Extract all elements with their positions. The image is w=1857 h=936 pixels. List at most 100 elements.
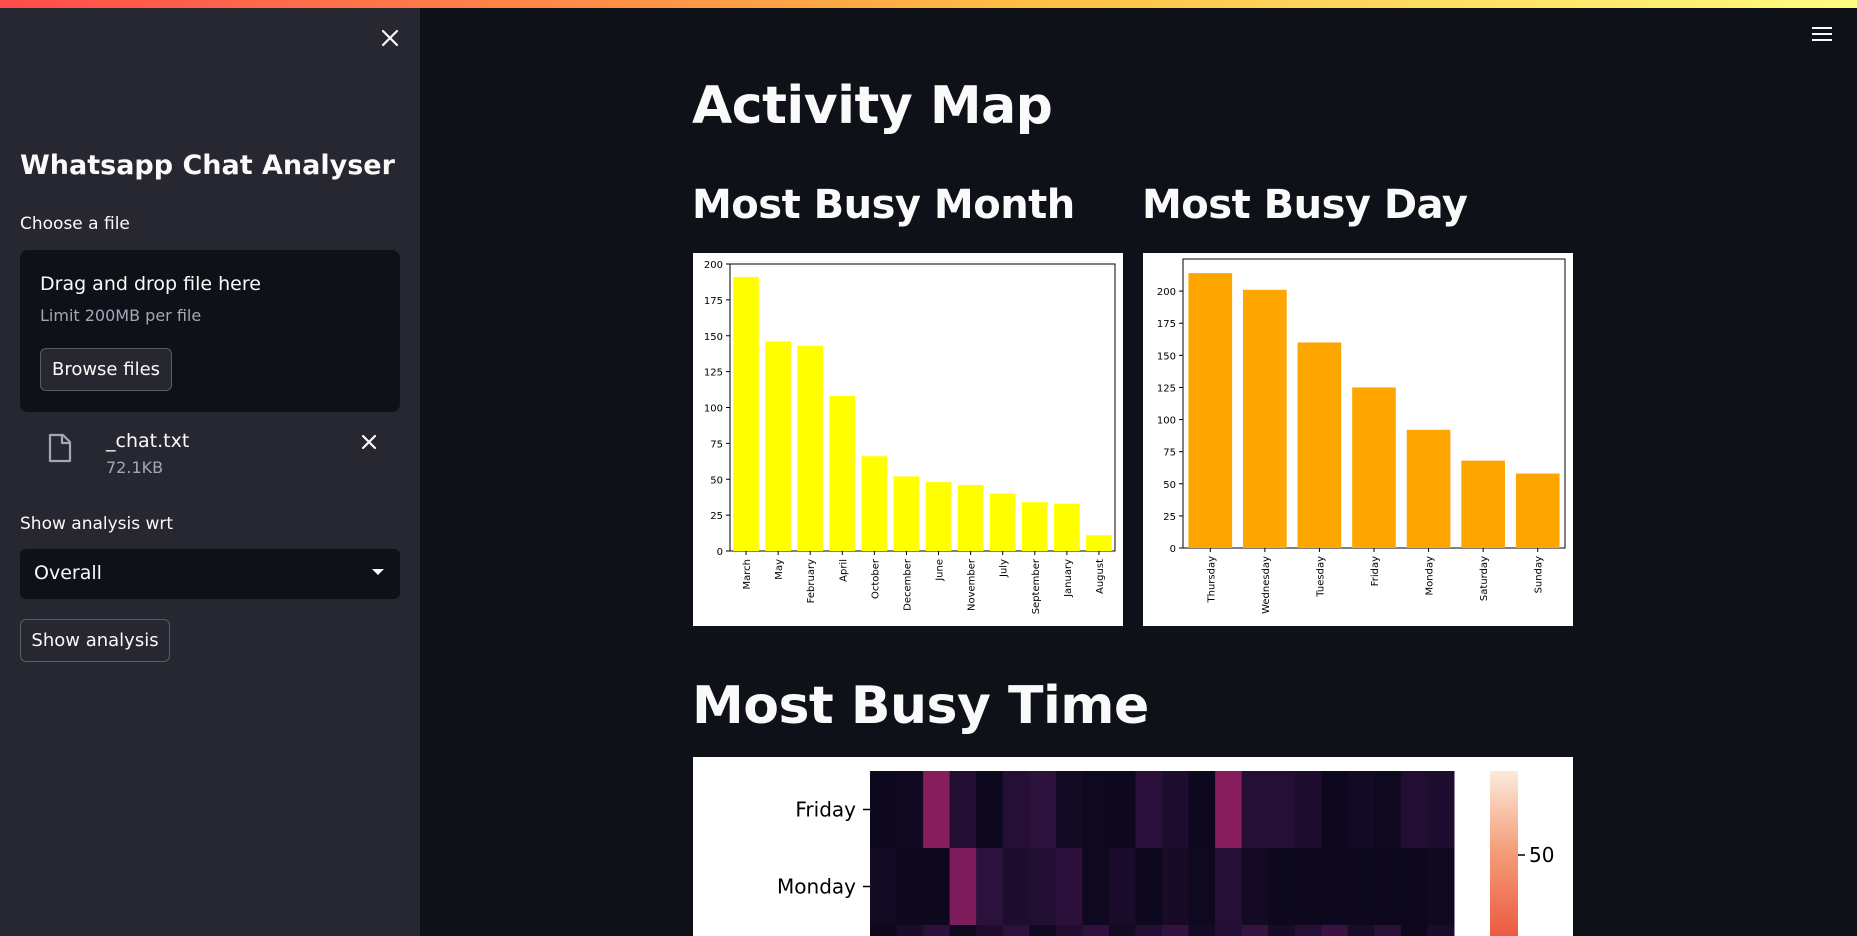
- app-title: Whatsapp Chat Analyser: [20, 150, 395, 181]
- heatmap-cell: [1162, 771, 1190, 849]
- heatmap-cell: [1268, 848, 1296, 926]
- heatmap-cell: [1400, 771, 1428, 849]
- heatmap-cell: [1108, 771, 1136, 849]
- y-tick-label: 175: [1157, 319, 1176, 330]
- x-tick-label: Saturday: [1479, 556, 1490, 601]
- heatmap-cell: [1294, 848, 1322, 926]
- day-heading: Most Busy Day: [1142, 182, 1468, 228]
- y-tick-label: 200: [704, 260, 723, 271]
- bar: [797, 345, 824, 551]
- heatmap-cell: [1347, 925, 1375, 936]
- sidebar: Whatsapp Chat Analyser Choose a file Dra…: [0, 0, 420, 936]
- heatmap-cell: [1029, 925, 1057, 936]
- x-tick-label: January: [1063, 559, 1074, 598]
- heatmap-cell: [923, 925, 951, 936]
- day-bar-chart: 0 25 50 75 100 125 150 175 200 Thursday Wednesday T…: [1157, 258, 1566, 614]
- heatmap-cell: [1241, 771, 1269, 849]
- show-analysis-button[interactable]: Show analysis: [20, 619, 170, 662]
- time-heatmap: Friday Monday 50: [693, 757, 1573, 936]
- y-tick-label: 50: [710, 475, 723, 486]
- file-size: 72.1KB: [106, 458, 164, 477]
- bar: [1352, 387, 1396, 548]
- x-tick-label: Sunday: [1534, 556, 1545, 593]
- analysis-select[interactable]: Overall: [20, 549, 400, 599]
- close-sidebar-icon[interactable]: [378, 26, 402, 50]
- uploaded-file: _chat.txt 72.1KB: [20, 425, 400, 485]
- heatmap-cell: [870, 771, 898, 849]
- heatmap-cell: [1029, 771, 1057, 849]
- heatmap-cell: [1082, 771, 1110, 849]
- heatmap-cell: [1162, 925, 1190, 936]
- heatmap-cell: [1188, 848, 1216, 926]
- heatmap-cell: [1268, 925, 1296, 936]
- row-label: Monday: [777, 875, 856, 899]
- browse-files-button[interactable]: Browse files: [40, 348, 172, 391]
- x-tick-label: February: [806, 559, 817, 603]
- file-uploader-label: Choose a file: [20, 214, 130, 234]
- bar: [765, 341, 791, 551]
- top-decoration-stripe: [0, 0, 1857, 8]
- heatmap-cell: [1268, 771, 1296, 849]
- heatmap-cell: [1188, 771, 1216, 849]
- x-tick-label: November: [967, 558, 978, 611]
- x-tick-label: Monday: [1425, 556, 1436, 596]
- heatmap-cell: [1400, 925, 1428, 936]
- x-tick-label: August: [1095, 559, 1106, 594]
- heatmap-cell: [1215, 848, 1243, 926]
- colorbar-tick-label: 50: [1529, 843, 1554, 867]
- x-tick-label: March: [742, 559, 753, 589]
- dropzone-title: Drag and drop file here: [40, 273, 261, 295]
- heatmap-cell: [1374, 848, 1402, 926]
- month-heading: Most Busy Month: [692, 182, 1075, 228]
- heatmap-cell: [1321, 848, 1349, 926]
- analysis-select-label: Show analysis wrt: [20, 514, 174, 534]
- day-chart: 0 25 50 75 100 125 150 175 200 Thursday Wednesday T…: [1143, 253, 1573, 626]
- heatmap-cell: [1055, 848, 1083, 926]
- bar: [1515, 473, 1560, 548]
- heatmap-cell: [1135, 848, 1163, 926]
- bar: [1243, 289, 1287, 548]
- bar: [861, 456, 888, 551]
- heatmap-cell: [923, 771, 951, 849]
- bar: [1406, 429, 1451, 548]
- heatmap-cell: [1294, 771, 1322, 849]
- x-tick-label: Tuesday: [1315, 556, 1326, 598]
- y-tick-label: 75: [1163, 448, 1176, 459]
- heatmap-cell: [1321, 771, 1349, 849]
- y-tick-label: 50: [1163, 480, 1176, 491]
- y-tick-label: 0: [1170, 544, 1176, 555]
- page-title: Activity Map: [692, 76, 1053, 136]
- remove-file-icon[interactable]: [356, 429, 382, 455]
- heatmap-cell: [976, 771, 1004, 849]
- heatmap-cell: [949, 925, 977, 936]
- heatmap-cell: [1188, 925, 1216, 936]
- heatmap-cell: [1400, 848, 1428, 926]
- bar: [1461, 460, 1505, 548]
- heatmap-cell: [870, 848, 898, 926]
- heatmap-cell: [1002, 925, 1030, 936]
- y-tick-label: 200: [1157, 287, 1176, 298]
- y-tick-label: 75: [710, 439, 723, 450]
- heatmap-cell: [896, 771, 924, 849]
- x-tick-label: Thursday: [1206, 556, 1217, 604]
- heatmap-cell: [976, 848, 1004, 926]
- heatmap-cell: [1055, 771, 1083, 849]
- hamburger-menu-icon[interactable]: [1812, 27, 1834, 45]
- bar: [957, 484, 984, 551]
- heatmap-cell: [1241, 848, 1269, 926]
- heatmap-cell: [976, 925, 1004, 936]
- y-tick-label: 125: [704, 368, 723, 379]
- heatmap-cell: [1135, 925, 1163, 936]
- y-tick-label: 0: [717, 547, 723, 558]
- file-dropzone[interactable]: Drag and drop file here Limit 200MB per …: [20, 250, 400, 412]
- x-tick-label: June: [935, 559, 946, 582]
- month-chart: 0 25 50 75 100 125 150 175 200 March May February Ap…: [693, 253, 1123, 626]
- heatmap-cell: [1055, 925, 1083, 936]
- y-tick-label: 100: [704, 404, 723, 415]
- heatmap-cell: [1082, 848, 1110, 926]
- y-tick-label: 175: [704, 296, 723, 307]
- heatmap-cell: [1215, 925, 1243, 936]
- heatmap-cell: [1427, 925, 1455, 936]
- bar: [1086, 535, 1112, 551]
- heatmap-cell: [1108, 925, 1136, 936]
